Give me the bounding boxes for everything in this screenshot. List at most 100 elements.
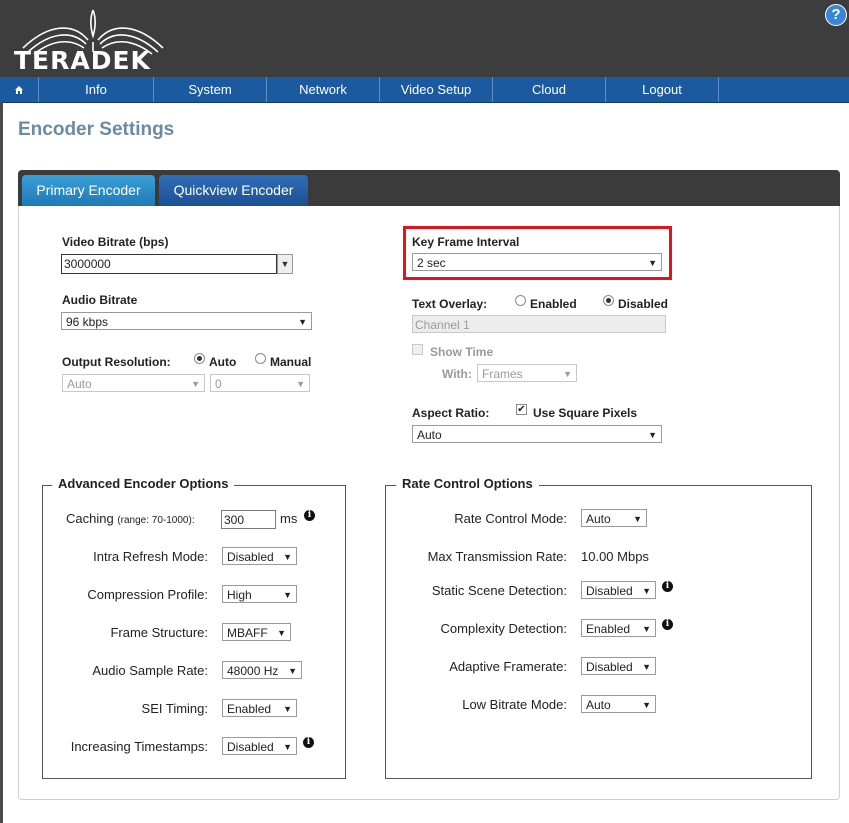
caching-info-icon[interactable]: i [304,510,315,521]
increasing-timestamps-label: Increasing Timestamps: [70,739,208,754]
resolution-value-select-value: 0 [215,377,222,391]
audio-sample-rate-label: Audio Sample Rate: [92,663,208,678]
resolution-auto-label: Auto [209,355,237,369]
show-time-checkbox[interactable] [412,344,423,355]
tab-quickview-encoder[interactable]: Quickview Encoder [159,175,308,206]
chevron-down-icon: ▼ [288,666,297,676]
help-icon[interactable]: ? [825,4,847,26]
chevron-down-icon: ▼ [283,742,292,752]
caching-input[interactable]: 300 [221,510,276,529]
static-scene-label: Static Scene Detection: [431,583,567,598]
resolution-select-value: Auto [67,377,92,391]
key-frame-value: 2 sec [417,256,446,270]
resolution-auto-radio[interactable] [194,353,205,364]
compression-profile-select[interactable]: High ▼ [222,585,297,603]
compression-profile-value: High [227,588,252,602]
chevron-down-icon: ▼ [563,369,572,379]
main-nav: Info System Network Video Setup Cloud Lo… [0,77,849,103]
chevron-down-icon: ▼ [633,514,642,524]
aspect-ratio-value: Auto [417,428,442,442]
text-overlay-label: Text Overlay: [412,297,488,311]
overlay-enabled-label: Enabled [530,297,577,311]
sei-timing-select[interactable]: Enabled ▼ [222,699,297,717]
audio-bitrate-value: 96 kbps [66,315,109,329]
video-bitrate-input[interactable]: 3000000 [61,254,277,274]
chevron-down-icon: ▼ [642,586,651,596]
complexity-label: Complexity Detection: [440,621,567,636]
timestamps-info-icon[interactable]: i [303,737,314,748]
chevron-down-icon: ▼ [642,662,651,672]
output-resolution-label: Output Resolution: [62,355,171,369]
with-select[interactable]: Frames ▼ [477,364,577,382]
static-scene-value: Disabled [586,584,633,598]
key-frame-select[interactable]: 2 sec ▼ [412,253,662,271]
audio-bitrate-label: Audio Bitrate [62,293,138,307]
video-bitrate-dropdown-button[interactable]: ▼ [277,254,293,274]
overlay-text-input[interactable]: Channel 1 [412,315,666,333]
audio-sample-rate-select[interactable]: 48000 Hz ▼ [222,661,302,679]
chevron-down-icon: ▼ [296,379,305,389]
frame-structure-select[interactable]: MBAFF ▼ [222,623,291,641]
tab-bar: Primary Encoder Quickview Encoder [18,170,840,206]
nav-logout[interactable]: Logout [606,77,719,102]
chevron-down-icon: ▼ [277,628,286,638]
adaptive-framerate-select[interactable]: Disabled ▼ [581,657,656,675]
increasing-timestamps-select[interactable]: Disabled ▼ [222,737,297,755]
complexity-value: Enabled [586,622,631,636]
overlay-disabled-label: Disabled [618,297,669,311]
audio-bitrate-select[interactable]: 96 kbps ▼ [61,312,312,330]
intra-refresh-select[interactable]: Disabled ▼ [222,547,297,565]
intra-refresh-label: Intra Refresh Mode: [93,549,208,564]
compression-profile-label: Compression Profile: [87,587,208,602]
chevron-down-icon: ▼ [280,259,290,269]
home-icon[interactable] [0,77,39,102]
static-scene-select[interactable]: Disabled ▼ [581,581,656,599]
caching-label-text: Caching [66,511,114,526]
max-rate-value: 10.00 Mbps [581,549,649,564]
intra-refresh-value: Disabled [227,550,274,564]
with-select-value: Frames [482,367,523,381]
nav-cloud[interactable]: Cloud [493,77,606,102]
nav-network[interactable]: Network [267,77,380,102]
overlay-disabled-radio[interactable] [603,295,614,306]
increasing-timestamps-value: Disabled [227,740,274,754]
nav-video-setup[interactable]: Video Setup [380,77,493,102]
overlay-enabled-radio[interactable] [515,295,526,306]
show-time-label: Show Time [430,345,494,359]
tab-primary-encoder[interactable]: Primary Encoder [22,175,155,206]
low-bitrate-label: Low Bitrate Mode: [462,697,567,712]
nav-info[interactable]: Info [39,77,154,102]
adaptive-framerate-label: Adaptive Framerate: [449,659,567,674]
low-bitrate-select[interactable]: Auto ▼ [581,695,656,713]
chevron-down-icon: ▼ [648,258,657,268]
aspect-ratio-label: Aspect Ratio: [412,406,490,420]
brand-logo-text: TERADEK [14,46,151,75]
caching-range: (range: 70-1000): [117,515,195,526]
rate-mode-select[interactable]: Auto ▼ [581,509,647,527]
complexity-info-icon[interactable]: i [662,619,673,630]
chevron-down-icon: ▼ [298,317,307,327]
aspect-ratio-select[interactable]: Auto ▼ [412,425,662,443]
left-edge [0,102,3,823]
chevron-down-icon: ▼ [283,590,292,600]
nav-system[interactable]: System [154,77,267,102]
resolution-manual-radio[interactable] [255,353,266,364]
resolution-select[interactable]: Auto ▼ [62,374,205,392]
chevron-down-icon: ▼ [283,704,292,714]
low-bitrate-value: Auto [586,698,611,712]
static-scene-info-icon[interactable]: i [662,581,673,592]
square-pixels-label: Use Square Pixels [533,406,638,420]
page-title: Encoder Settings [18,119,175,140]
square-pixels-checkbox[interactable]: ✔ [516,404,527,415]
chevron-down-icon: ▼ [642,700,651,710]
rate-mode-value: Auto [586,512,611,526]
caching-label: Caching (range: 70-1000): [66,511,195,526]
resolution-manual-label: Manual [270,355,312,369]
checkmark-icon: ✔ [517,404,526,415]
video-bitrate-label: Video Bitrate (bps) [62,235,169,249]
sei-timing-value: Enabled [227,702,272,716]
with-label: With: [442,367,472,381]
resolution-value-select[interactable]: 0 ▼ [210,374,310,392]
complexity-select[interactable]: Enabled ▼ [581,619,656,637]
rate-control-legend: Rate Control Options [396,476,539,491]
